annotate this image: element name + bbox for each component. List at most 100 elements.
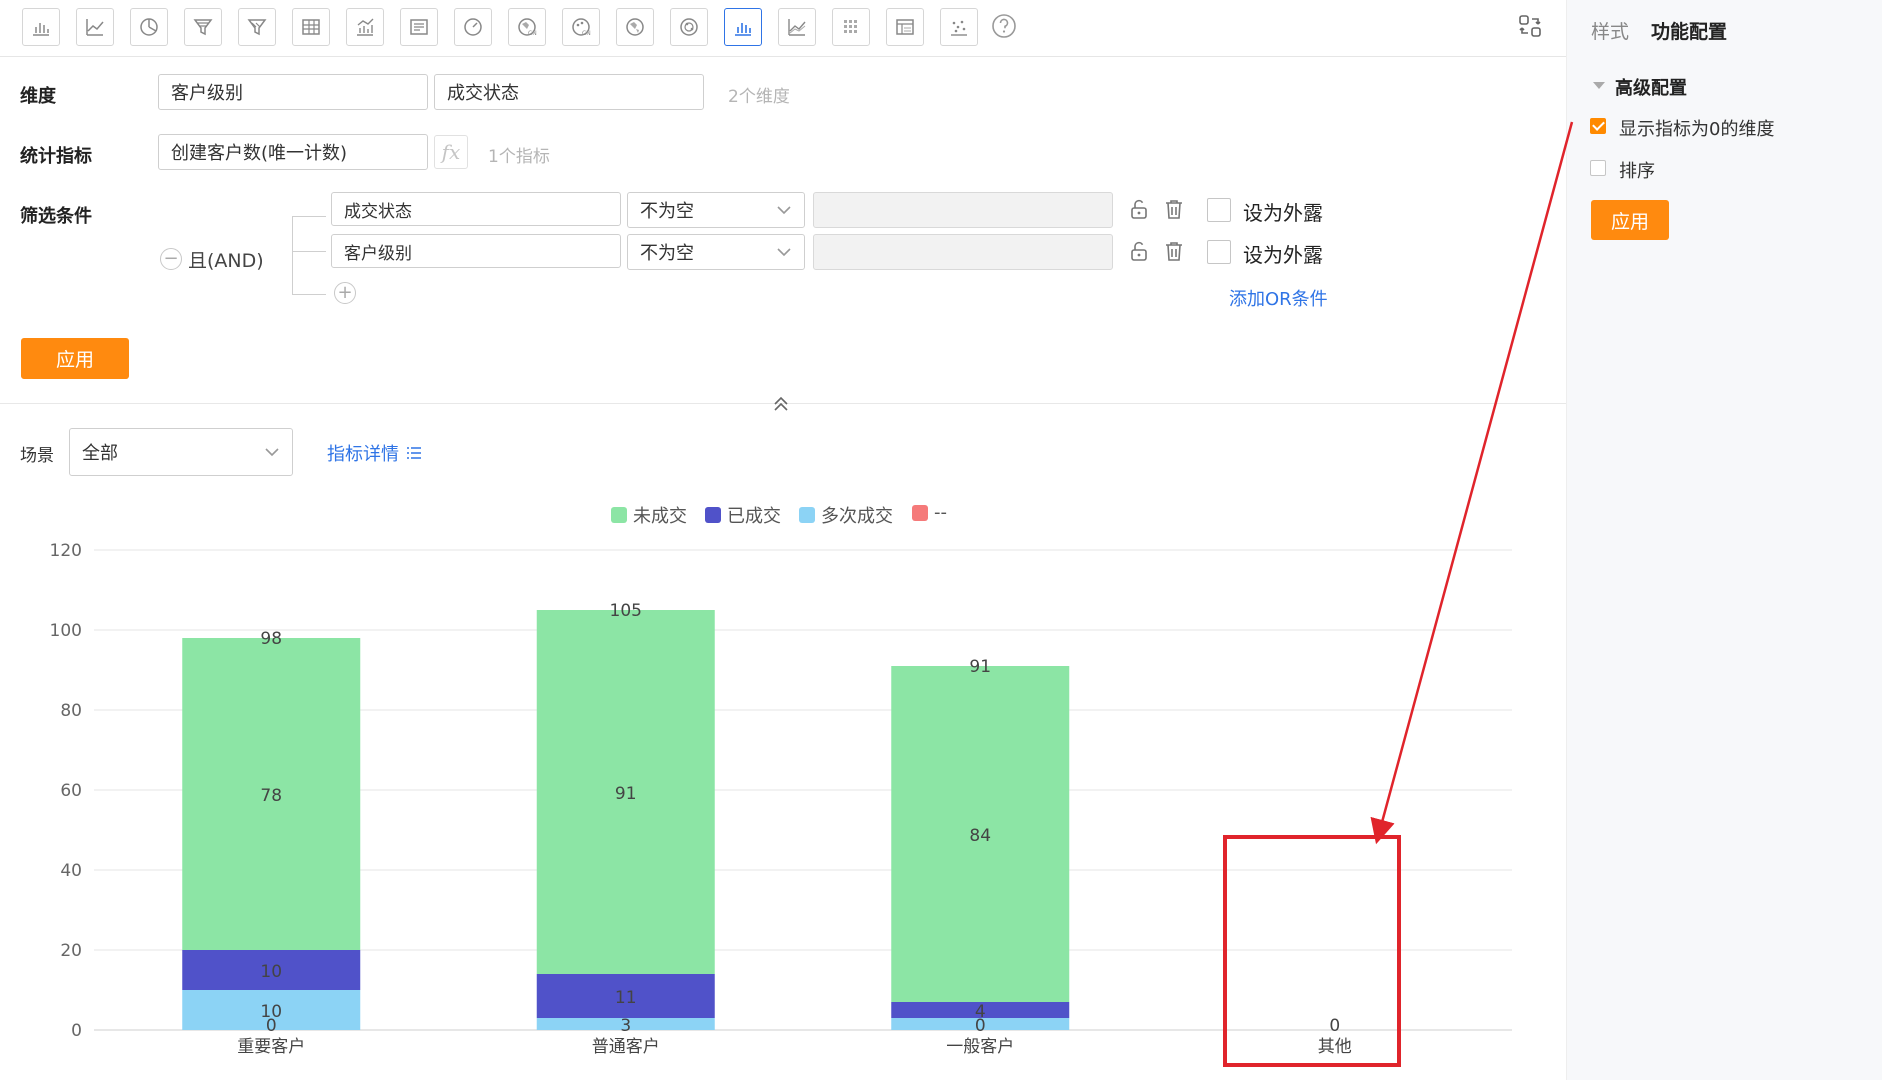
x-tick-label: 其他 (1318, 1037, 1352, 1057)
bar-chart-icon[interactable] (22, 8, 60, 46)
y-tick-label: 120 (50, 541, 82, 561)
set-external-label-2: 设为外露 (1243, 243, 1323, 267)
line-chart-icon-glyph (86, 19, 104, 36)
china-map-icon-glyph: CN (518, 18, 537, 37)
x-tick-label: 一般客户 (946, 1037, 1014, 1057)
x-tick-label: 普通客户 (592, 1037, 660, 1057)
set-external-checkbox-1[interactable] (1207, 198, 1231, 222)
logic-bracket (292, 216, 293, 294)
dimension-count: 2个维度 (728, 87, 790, 107)
logic-operator-label: 且(AND) (188, 250, 264, 272)
pivot-table-icon[interactable] (886, 8, 924, 46)
heatmap-icon[interactable] (832, 8, 870, 46)
data-label: 11 (615, 988, 637, 1008)
show-zero-dimension-checkbox[interactable] (1590, 118, 1606, 134)
table-icon[interactable] (292, 8, 330, 46)
dimension-field-1[interactable]: 客户级别 (158, 74, 428, 110)
filter-field-1[interactable]: 成交状态 (331, 192, 621, 226)
unlock-icon[interactable] (1128, 198, 1150, 220)
filter-label: 筛选条件 (20, 206, 92, 227)
svg-text:CN: CN (528, 30, 537, 37)
line-chart-icon[interactable] (76, 8, 114, 46)
panel-apply-button[interactable]: 应用 (1591, 200, 1669, 240)
filter-operator-2-value: 不为空 (640, 243, 694, 264)
y-tick-label: 20 (60, 941, 82, 961)
metric-field-1[interactable]: 创建客户数(唯一计数) (158, 134, 428, 170)
funnel-compare-icon-glyph (247, 19, 267, 36)
bar-chart-icon-glyph (33, 23, 49, 36)
data-label: 91 (615, 784, 637, 804)
y-tick-label: 40 (60, 861, 82, 881)
table-icon-glyph (302, 19, 320, 35)
data-label: 0 (266, 1016, 277, 1036)
scene-select[interactable]: 全部 (69, 428, 293, 476)
radar-icon[interactable] (670, 8, 708, 46)
sort-checkbox[interactable] (1590, 160, 1606, 176)
unlock-icon[interactable] (1128, 240, 1150, 262)
area-chart-icon-glyph (788, 19, 806, 36)
stacked-bar-icon[interactable] (724, 8, 762, 46)
funnel-compare-icon[interactable] (238, 8, 276, 46)
right-config-panel: 样式 功能配置 高级配置 显示指标为0的维度 排序 应用 (1566, 0, 1882, 1080)
heatmap-icon-glyph (844, 20, 857, 33)
formula-button[interactable]: fx (434, 135, 468, 169)
filter-operator-1-value: 不为空 (640, 201, 694, 222)
pie-chart-icon[interactable] (130, 8, 168, 46)
list-icon (407, 447, 421, 459)
stacked-bar-icon-glyph (735, 23, 751, 36)
world-map-icon-glyph (626, 18, 644, 36)
stacked-bar-chart: 020406080100120101078098重要客户31191105普通客户… (50, 541, 1512, 1057)
svg-text:CN: CN (582, 30, 591, 37)
area-chart-icon[interactable] (778, 8, 816, 46)
metric-detail-link[interactable]: 指标详情 (327, 440, 423, 466)
data-label: 84 (969, 826, 991, 846)
chevron-down-icon (265, 448, 279, 457)
apply-button[interactable]: 应用 (21, 338, 129, 379)
y-tick-label: 80 (60, 701, 82, 721)
total-label: 105 (610, 601, 642, 621)
tab-function-config[interactable]: 功能配置 (1651, 17, 1727, 44)
help-icon[interactable] (991, 13, 1017, 39)
gauge-icon[interactable] (454, 8, 492, 46)
combo-chart-icon[interactable] (346, 8, 384, 46)
china-map-icon[interactable]: CN (508, 8, 546, 46)
filter-operator-2[interactable]: 不为空 (627, 234, 805, 270)
scene-select-value: 全部 (82, 443, 118, 464)
scatter-icon[interactable] (940, 8, 978, 46)
swap-axes-icon[interactable] (1517, 13, 1543, 39)
advanced-config-header: 高级配置 (1591, 74, 1687, 100)
metric-label: 统计指标 (20, 146, 92, 167)
scene-label: 场景 (20, 446, 54, 466)
dimension-label: 维度 (20, 86, 56, 107)
add-or-condition-link[interactable]: 添加OR条件 (1229, 285, 1328, 311)
gauge-icon-glyph (464, 18, 482, 36)
combo-chart-icon-glyph (357, 18, 374, 36)
filter-operator-1[interactable]: 不为空 (627, 192, 805, 228)
radar-icon-glyph (680, 18, 698, 36)
advanced-config-title: 高级配置 (1615, 78, 1687, 99)
trash-icon[interactable] (1163, 198, 1185, 220)
world-map-icon[interactable] (616, 8, 654, 46)
show-zero-dimension-label: 显示指标为0的维度 (1619, 119, 1775, 140)
collapse-logic-button[interactable]: − (160, 248, 182, 270)
collapse-up-icon[interactable] (771, 394, 791, 414)
scatter-icon-glyph (951, 20, 967, 36)
metric-detail-label: 指标详情 (327, 444, 399, 465)
metric-count: 1个指标 (488, 147, 550, 167)
trash-icon[interactable] (1163, 240, 1185, 262)
filter-value-2 (813, 234, 1113, 270)
total-label: 91 (969, 657, 991, 677)
tab-style[interactable]: 样式 (1591, 17, 1629, 44)
set-external-checkbox-2[interactable] (1207, 240, 1231, 264)
filter-field-2[interactable]: 客户级别 (331, 234, 621, 268)
dimension-field-2[interactable]: 成交状态 (434, 74, 704, 110)
add-filter-button[interactable]: + (334, 282, 356, 304)
text-card-icon-glyph (410, 19, 428, 35)
chart-type-toolbar: CN CN (0, 0, 1566, 57)
pivot-table-icon-glyph (896, 19, 914, 35)
china-scatter-map-icon[interactable]: CN (562, 8, 600, 46)
data-label: 0 (1329, 1016, 1340, 1036)
data-label: 10 (260, 962, 282, 982)
funnel-icon[interactable] (184, 8, 222, 46)
text-card-icon[interactable] (400, 8, 438, 46)
